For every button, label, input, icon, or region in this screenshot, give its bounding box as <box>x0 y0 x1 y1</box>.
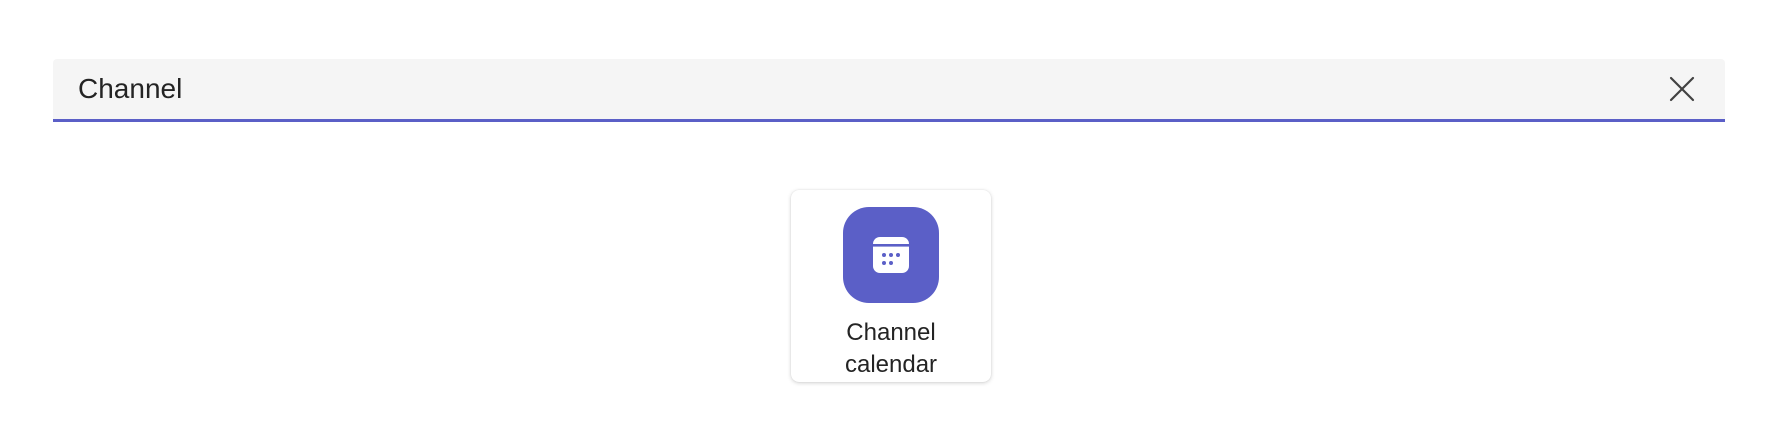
close-icon <box>1669 76 1695 102</box>
calendar-icon <box>873 237 909 273</box>
app-icon-tile <box>843 207 939 303</box>
search-results: Channel calendar <box>0 190 1782 382</box>
app-name: Channel calendar <box>844 319 938 378</box>
app-search-panel: Channel calendar <box>0 0 1782 422</box>
search-bar <box>53 59 1725 122</box>
app-card-channel-calendar[interactable]: Channel calendar <box>791 190 991 382</box>
search-input[interactable] <box>78 59 1638 119</box>
clear-search-button[interactable] <box>1665 72 1699 106</box>
